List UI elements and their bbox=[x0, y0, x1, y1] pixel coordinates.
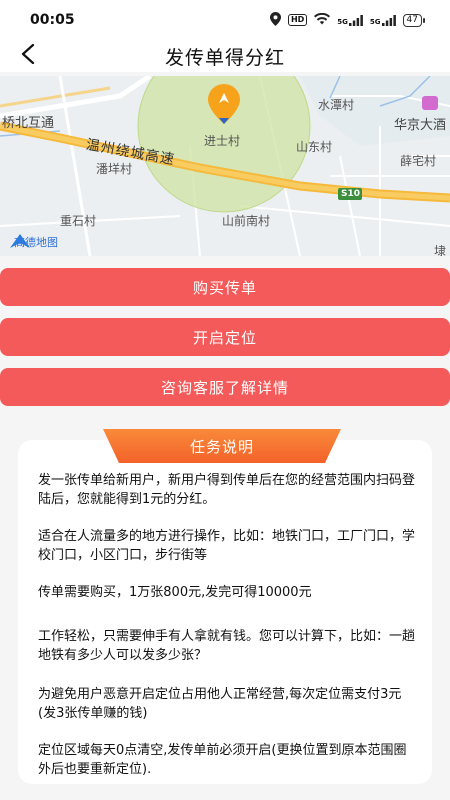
status-time: 00:05 bbox=[30, 12, 75, 28]
map-label-shuitan: 水潭村 bbox=[318, 98, 355, 112]
map-label-jinshi: 进士村 bbox=[204, 134, 241, 148]
signal-5g-icon-1: 5G bbox=[337, 14, 363, 26]
map-label-bridge: 桥北互通 bbox=[2, 116, 55, 131]
app-screen: 00:05 HD 5G 5G 47 发传单得分红 桥北互通 水潭村 华京大酒 进… bbox=[0, 0, 450, 800]
contact-support-button[interactable]: 咨询客服了解详情 bbox=[0, 368, 450, 406]
task-paragraph: 适合在人流量多的地方进行操作，比如：地铁门口，工厂门口，学校门口，小区门口，步行… bbox=[38, 529, 416, 563]
map-label-xuezhai: 薛宅村 bbox=[400, 154, 437, 168]
chevron-left-icon bbox=[21, 43, 35, 68]
task-paragraph: 发一张传单给新用户，新用户得到传单后在您的经营范围内扫码登陆后，您就能得到1元的… bbox=[38, 473, 416, 507]
map-label-s10: S10 bbox=[341, 189, 361, 199]
navigation-header: 发传单得分红 bbox=[0, 40, 450, 72]
status-bar: 00:05 HD 5G 5G 47 bbox=[0, 0, 450, 40]
task-title: 任务说明 bbox=[189, 437, 254, 456]
hd-badge: HD bbox=[287, 14, 308, 26]
page-title: 发传单得分红 bbox=[164, 46, 285, 69]
task-paragraph: 传单需要购买，1万张800元,发完可得10000元 bbox=[38, 585, 312, 600]
map-label-shishi: 重石村 bbox=[60, 214, 97, 228]
location-map[interactable]: 桥北互通 水潭村 华京大酒 进士村 山东村 薛宅村 温州绕城高速 潘垟村 S10… bbox=[0, 76, 450, 256]
map-brand: 高德地图 bbox=[10, 234, 58, 250]
map-label-panyang: 潘垟村 bbox=[96, 162, 133, 176]
back-button[interactable] bbox=[14, 42, 42, 70]
map-label-shandong: 山东村 bbox=[296, 140, 333, 154]
buy-flyers-button[interactable]: 购买传单 bbox=[0, 268, 450, 306]
map-label-huajing: 华京大酒 bbox=[394, 118, 447, 133]
enable-location-button[interactable]: 开启定位 bbox=[0, 318, 450, 356]
task-paragraph: 为避免用户恶意开启定位占用他人正常经营,每次定位需支付3元(发3张传单赚的钱) bbox=[38, 687, 402, 721]
location-icon bbox=[269, 11, 281, 29]
map-label-shanqian: 山前南村 bbox=[222, 214, 271, 228]
task-paragraph: 定位区域每天0点清空,发传单前必须开启(更换位置到原本范围圈外后也要重新定位). bbox=[38, 743, 407, 777]
signal-5g-icon-2: 5G bbox=[370, 14, 396, 26]
map-label-edge: 埭 bbox=[434, 244, 447, 256]
task-paragraph: 工作轻松，只需要伸手有人拿就有钱。您可以计算下，比如：一趟地铁有多少人可以发多少… bbox=[38, 629, 416, 663]
status-icons: HD 5G 5G 47 bbox=[269, 11, 426, 29]
battery-icon: 47 bbox=[402, 13, 426, 27]
wifi-icon bbox=[314, 12, 331, 28]
